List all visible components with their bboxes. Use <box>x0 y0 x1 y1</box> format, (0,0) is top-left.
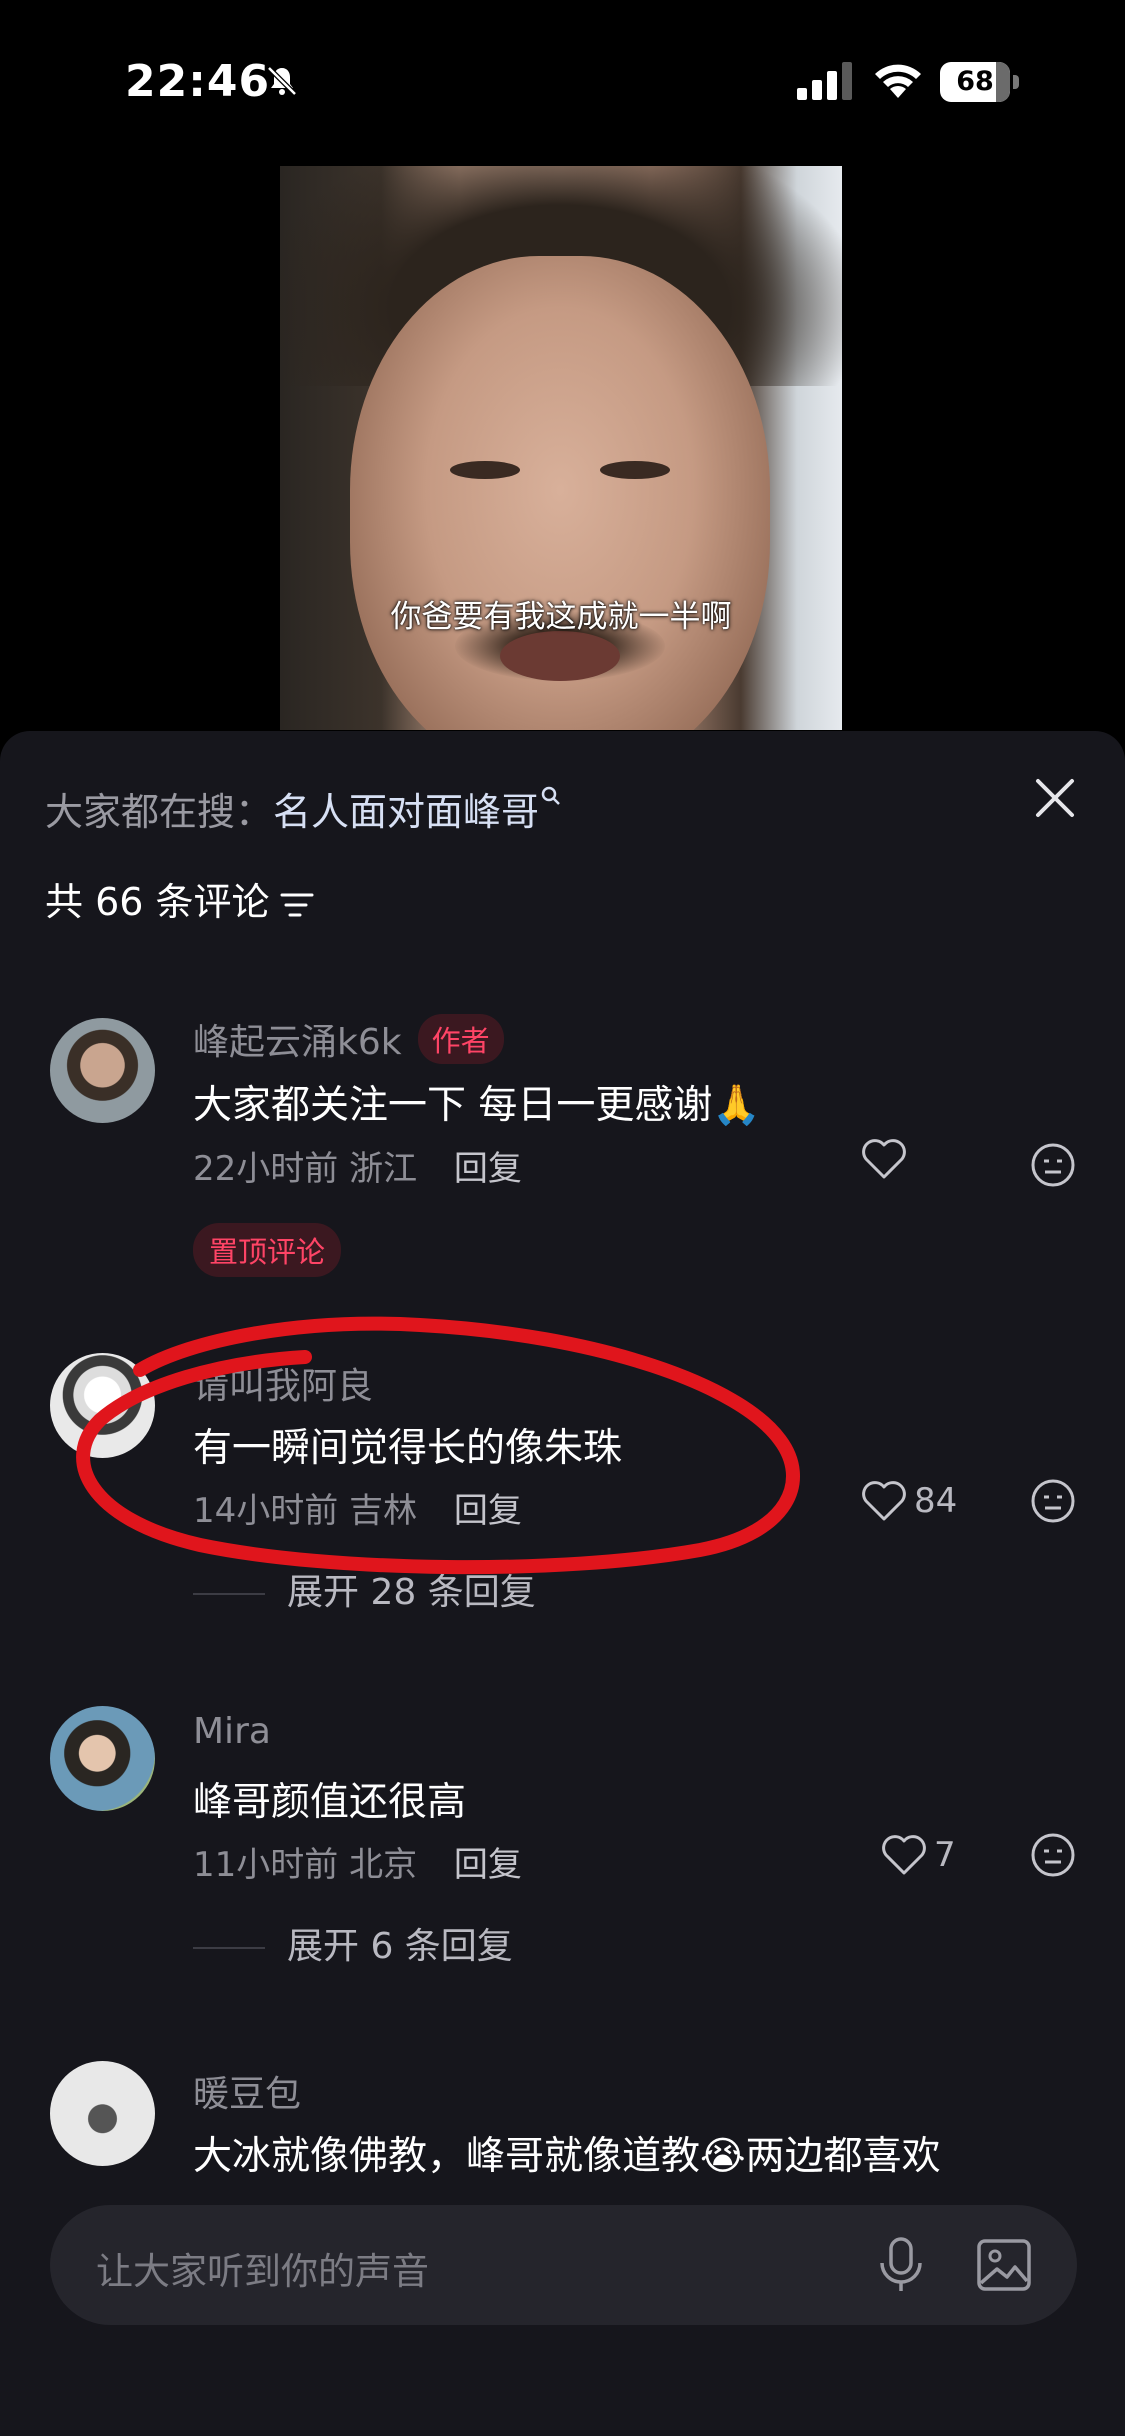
trending-search-term[interactable]: 名人面对面峰哥 <box>273 790 539 834</box>
reply-button[interactable]: 回复 <box>454 1149 522 1189</box>
comment-author[interactable]: 峰起云涌k6k 作者 <box>193 1013 504 1065</box>
comment-location: 吉林 <box>349 1491 418 1531</box>
comment-text[interactable]: 有一瞬间觉得长的像朱珠 <box>193 1417 622 1473</box>
author-badge: 作者 <box>417 1014 504 1064</box>
close-icon[interactable] <box>1030 773 1080 823</box>
comment-text[interactable]: 大家都关注一下 每日一更感谢🙏 <box>193 1074 761 1130</box>
like-button[interactable] <box>860 1137 914 1187</box>
filter-icon[interactable] <box>278 888 316 922</box>
expand-replies-label: 展开 6 条回复 <box>287 1926 513 1967</box>
dislike-face-icon[interactable] <box>1029 1831 1077 1879</box>
comment-time: 14小时前 <box>193 1491 350 1531</box>
heart-icon <box>862 1139 906 1179</box>
comment-author-name[interactable]: 请叫我阿良 <box>193 1357 373 1409</box>
comment-meta: 14小时前 吉林 回复 <box>193 1483 522 1532</box>
dislike-face-icon[interactable] <box>1029 1477 1077 1525</box>
like-button[interactable]: 7 <box>880 1833 956 1883</box>
status-time: 22:46 <box>125 56 271 107</box>
comment-meta: 22小时前 浙江 回复 <box>193 1141 522 1190</box>
comment-author-name[interactable]: 暖豆包 <box>193 2065 301 2117</box>
video-subtitle: 你爸要有我这成就一半啊 <box>390 599 732 635</box>
pinned-badge: 置顶评论 <box>193 1223 342 1277</box>
comment-input-placeholder: 让大家听到你的声音 <box>96 2250 429 2293</box>
wifi-icon <box>875 64 921 98</box>
battery-level: 68 <box>956 66 994 97</box>
battery-icon: 68 <box>940 62 1020 102</box>
comment-input[interactable]: 让大家听到你的声音 <box>50 2205 1077 2325</box>
comment-author-name[interactable]: Mira <box>193 1711 271 1752</box>
video-player[interactable]: 你爸要有我这成就一半啊 <box>280 166 842 730</box>
heart-icon <box>862 1481 906 1521</box>
comment-text[interactable]: 峰哥颜值还很高 <box>193 1771 466 1827</box>
status-bar: 22:46 68 <box>0 0 1125 165</box>
microphone-icon[interactable] <box>876 2235 926 2295</box>
comment-count-label: 共 66 条评论 <box>45 880 270 924</box>
reply-button[interactable]: 回复 <box>454 1845 522 1885</box>
search-icon <box>541 786 560 805</box>
comment-time: 22小时前 <box>193 1149 350 1189</box>
dislike-face-icon[interactable] <box>1029 1141 1077 1189</box>
expand-replies-button[interactable]: 展开 28 条回复 <box>193 1563 536 1615</box>
comment-location: 浙江 <box>349 1149 418 1189</box>
expand-replies-label: 展开 28 条回复 <box>287 1572 536 1613</box>
comment-location: 北京 <box>349 1845 418 1885</box>
comment-meta: 11小时前 北京 回复 <box>193 1837 522 1886</box>
comment-sheet: 大家都在搜：名人面对面峰哥 共 66 条评论 峰起云涌k6k 作者 大家都关注一下… <box>0 731 1125 2436</box>
trending-search[interactable]: 大家都在搜：名人面对面峰哥 <box>45 781 563 836</box>
heart-icon <box>882 1835 926 1875</box>
like-button[interactable]: 84 <box>860 1479 957 1529</box>
like-count: 84 <box>914 1481 958 1521</box>
cellular-signal-icon <box>797 62 852 100</box>
bell-off-icon <box>267 66 297 96</box>
trending-search-prefix: 大家都在搜： <box>45 790 274 834</box>
image-icon[interactable] <box>975 2237 1033 2293</box>
comment-text[interactable]: 大冰就像佛教，峰哥就像道教😭两边都喜欢 <box>193 2125 941 2181</box>
like-count: 7 <box>934 1835 956 1875</box>
avatar[interactable] <box>50 1018 155 1123</box>
comment-count[interactable]: 共 66 条评论 <box>45 871 316 926</box>
comment-time: 11小时前 <box>193 1845 350 1885</box>
comment-author-name: 峰起云涌k6k <box>193 1022 402 1063</box>
avatar[interactable] <box>50 1353 155 1458</box>
avatar[interactable] <box>50 1706 155 1811</box>
avatar[interactable] <box>50 2061 155 2166</box>
reply-button[interactable]: 回复 <box>454 1491 522 1531</box>
expand-replies-button[interactable]: 展开 6 条回复 <box>193 1917 513 1969</box>
